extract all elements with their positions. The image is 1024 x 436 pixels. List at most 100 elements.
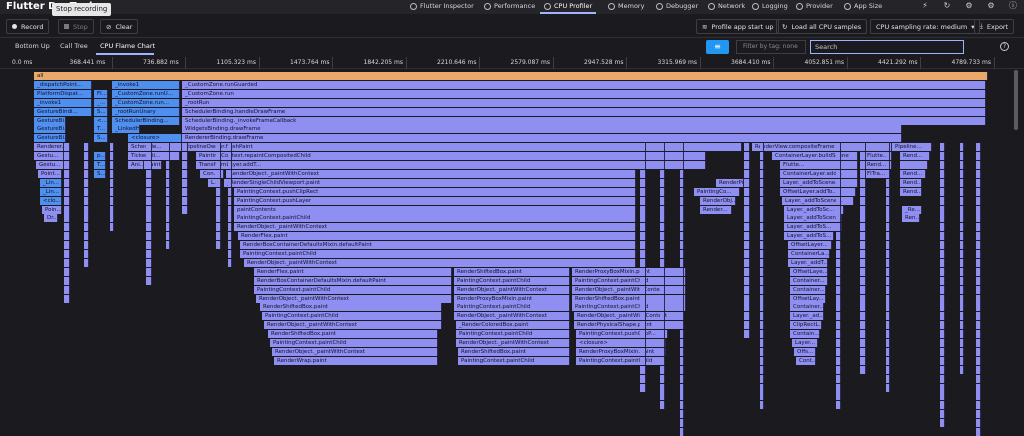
flame-frame[interactable] — [64, 196, 70, 205]
flame-frame[interactable] — [680, 267, 684, 276]
flame-frame[interactable] — [760, 258, 764, 267]
flame-frame[interactable] — [960, 356, 964, 365]
flame-frame[interactable] — [960, 365, 964, 374]
flame-frame[interactable]: Rend... — [900, 187, 922, 196]
flame-frame[interactable] — [886, 285, 890, 294]
flame-frame[interactable] — [640, 339, 646, 347]
flame-frame[interactable] — [860, 205, 866, 214]
flame-frame[interactable] — [146, 250, 152, 258]
flame-frame[interactable]: Fl... — [94, 89, 108, 98]
flame-frame[interactable] — [640, 312, 646, 321]
flame-frame[interactable] — [64, 250, 70, 258]
flame-frame[interactable] — [146, 258, 152, 267]
flame-frame[interactable] — [146, 143, 152, 152]
flame-frame[interactable] — [640, 285, 646, 294]
flame-frame[interactable] — [836, 178, 841, 187]
flame-frame[interactable]: <closure> — [128, 134, 182, 143]
flame-frame[interactable] — [836, 223, 841, 232]
flame-frame[interactable] — [960, 143, 964, 152]
flame-frame[interactable] — [680, 330, 684, 339]
flame-frame[interactable] — [940, 294, 945, 303]
flame-frame[interactable] — [228, 223, 232, 232]
flame-frame[interactable] — [836, 303, 841, 312]
flame-frame[interactable] — [216, 187, 221, 196]
flame-frame[interactable] — [960, 196, 964, 205]
flame-frame[interactable]: RenderObj... — [700, 196, 736, 205]
flame-frame[interactable] — [886, 374, 890, 383]
flame-frame[interactable] — [64, 241, 70, 250]
flame-frame[interactable] — [886, 241, 890, 250]
flame-frame[interactable] — [64, 232, 70, 241]
flame-frame[interactable]: p... — [94, 152, 106, 161]
flame-frame[interactable] — [886, 276, 890, 285]
flame-frame[interactable] — [836, 339, 841, 347]
flame-frame[interactable] — [760, 321, 764, 330]
flame-frame[interactable] — [976, 356, 981, 365]
flame-frame[interactable] — [836, 312, 841, 321]
tab-flutter-inspector[interactable]: Flutter Inspector — [410, 0, 474, 12]
flame-frame[interactable] — [216, 152, 221, 161]
flame-frame[interactable] — [960, 294, 964, 303]
flame-frame[interactable] — [760, 374, 764, 383]
flame-frame[interactable] — [976, 187, 981, 196]
flame-frame[interactable] — [860, 294, 866, 303]
flame-frame[interactable]: RenderShiftedBox.paint — [454, 267, 570, 276]
flame-frame[interactable] — [182, 205, 188, 214]
flame-frame[interactable] — [146, 267, 152, 276]
flame-frame[interactable] — [64, 223, 70, 232]
flame-frame[interactable] — [886, 223, 890, 232]
flame-frame[interactable] — [860, 356, 866, 365]
flame-frame[interactable] — [640, 143, 646, 152]
flame-frame[interactable] — [886, 383, 890, 392]
flame-frame[interactable] — [860, 339, 866, 347]
record-button[interactable]: Record — [6, 19, 50, 34]
flame-frame[interactable]: RenderShiftedBox.paint — [458, 347, 570, 356]
flame-frame[interactable] — [640, 169, 646, 178]
flame-frame[interactable] — [110, 152, 114, 161]
flame-frame[interactable] — [680, 196, 684, 205]
flame-frame[interactable] — [680, 241, 684, 250]
flame-frame[interactable] — [640, 241, 646, 250]
flame-frame[interactable] — [886, 232, 890, 241]
flame-frame[interactable]: ContainerLayer.add... — [780, 169, 858, 178]
flame-frame[interactable] — [228, 187, 232, 196]
flame-frame[interactable] — [84, 232, 89, 241]
flame-frame[interactable] — [680, 161, 684, 169]
tab-provider[interactable]: Provider — [796, 0, 833, 12]
flame-frame[interactable] — [836, 250, 841, 258]
flame-frame[interactable] — [146, 241, 152, 250]
flame-frame[interactable] — [744, 169, 750, 178]
flame-frame[interactable] — [660, 250, 665, 258]
flame-frame[interactable]: S... — [94, 169, 106, 178]
flame-frame[interactable] — [976, 250, 981, 258]
flame-frame[interactable]: <clo... — [40, 196, 62, 205]
flame-frame[interactable] — [960, 303, 964, 312]
flame-frame[interactable] — [976, 205, 981, 214]
flame-frame[interactable]: Renderer... — [34, 143, 64, 152]
flame-frame[interactable] — [64, 169, 70, 178]
flame-frame[interactable] — [166, 161, 170, 169]
flame-frame[interactable] — [860, 330, 866, 339]
flame-frame[interactable]: Layer._addT... — [788, 258, 828, 267]
flame-frame[interactable]: Gestu... — [34, 152, 64, 161]
flame-frame[interactable] — [940, 196, 945, 205]
flame-frame[interactable]: SchedulerBinding.handleDrawFrame — [182, 107, 986, 116]
flame-frame[interactable] — [940, 347, 945, 356]
flame-frame[interactable]: Cont... — [796, 356, 816, 365]
flame-frame[interactable] — [940, 143, 945, 152]
flame-frame[interactable] — [940, 303, 945, 312]
flame-frame[interactable] — [166, 169, 170, 178]
flame-frame[interactable]: Render... — [700, 205, 732, 214]
flame-frame[interactable] — [84, 178, 89, 187]
flame-frame[interactable]: OffsetLayer... — [788, 241, 832, 250]
flame-frame[interactable] — [886, 152, 890, 161]
flame-frame[interactable] — [760, 205, 764, 214]
flame-frame[interactable] — [228, 196, 232, 205]
flame-frame[interactable] — [760, 152, 764, 161]
flame-frame[interactable] — [886, 205, 890, 214]
flame-frame[interactable] — [166, 187, 170, 196]
flame-frame[interactable] — [680, 383, 684, 392]
flame-frame[interactable]: Ren... — [902, 214, 920, 223]
cpu-flame-chart[interactable]: all _dispatchPoint... _invoke1 _CustomZone.… — [0, 70, 1024, 436]
flame-frame[interactable] — [976, 223, 981, 232]
